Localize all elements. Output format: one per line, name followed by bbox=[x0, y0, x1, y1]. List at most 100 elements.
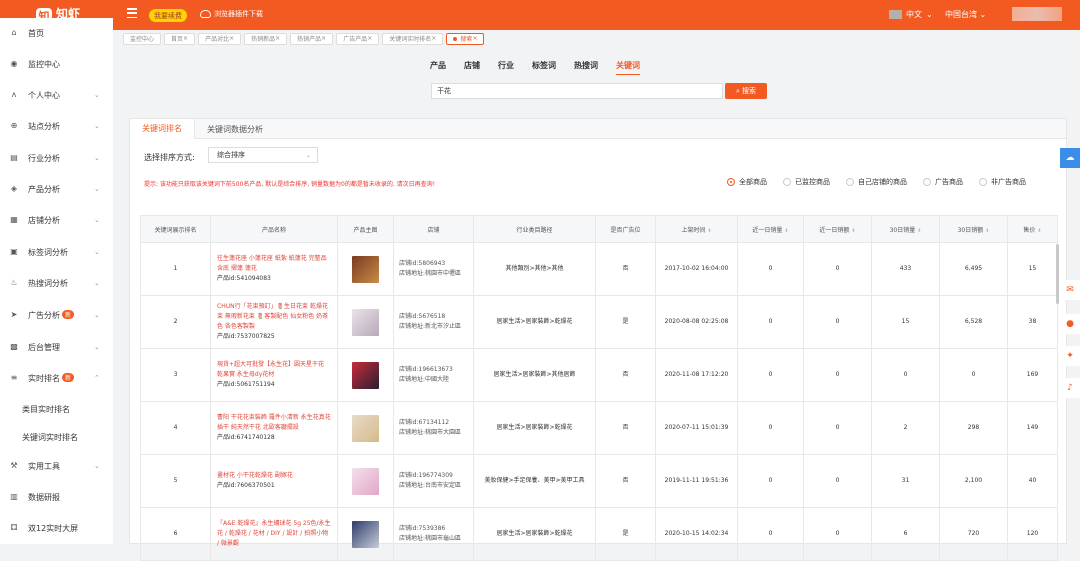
sidebar-item-fire[interactable]: ♨ 热搜词分析 ⌄ bbox=[0, 273, 113, 293]
avatar[interactable] bbox=[1012, 7, 1062, 21]
product-name-link[interactable]: 曹阳 干花花束裝飾 羅件小清新 永生花真花插干 純天然干花 北歐客廳擺設 bbox=[217, 413, 331, 433]
column-header[interactable]: 近一日销额 ⬍ bbox=[803, 215, 872, 243]
product-name-link[interactable]: 往生蓮花座 小蓮花座 紙紮 紙蓮花 完整品含底 摺蓮 蓮花 bbox=[217, 254, 331, 274]
product-name-cell[interactable]: 往生蓮花座 小蓮花座 紙紮 紙蓮花 完整品含底 摺蓮 蓮花 产品id:541094… bbox=[210, 242, 338, 296]
product-name-link[interactable]: 現貨+超大可批發【永生花】圓天星干花 乾果實 永生母dy花材 bbox=[217, 360, 331, 380]
shop-address-label: 店铺地址: bbox=[399, 376, 426, 383]
tab-category[interactable]: 店铺 bbox=[464, 60, 480, 75]
sidebar-item-ad[interactable]: ➤ 广告分析新 ⌄ bbox=[0, 305, 113, 325]
m30-qty-cell: 433 bbox=[871, 242, 940, 296]
gift-icon[interactable]: ✦ bbox=[1060, 346, 1080, 366]
sidebar-item-label: 站点分析 bbox=[28, 121, 60, 131]
product-id: 产品id:7537007825 bbox=[217, 332, 331, 342]
column-header-label: 上架时间 bbox=[681, 226, 706, 234]
language-select[interactable]: 中文 ⌄ bbox=[889, 9, 933, 20]
region-select[interactable]: 中国台湾 ⌄ bbox=[945, 9, 986, 20]
breadcrumb-tab[interactable]: 热销新品 × bbox=[244, 32, 288, 45]
chat-icon[interactable]: ✉ bbox=[1060, 280, 1080, 300]
product-name-cell[interactable]: 現貨+超大可批發【永生花】圓天星干花 乾果實 永生母dy花材 产品id:50617… bbox=[210, 348, 338, 402]
cloud-icon[interactable]: ☁ bbox=[1060, 148, 1080, 168]
sidebar-item-tag[interactable]: ▣ 标签词分析 ⌄ bbox=[0, 242, 113, 262]
close-icon[interactable]: × bbox=[275, 35, 280, 42]
sidebar-item-ranking[interactable]: ≡ 实时排名新 ⌃ bbox=[0, 368, 113, 388]
sidebar-item-product[interactable]: ◈ 产品分析 ⌄ bbox=[0, 179, 113, 199]
sidebar-item-monitor[interactable]: ◉ 监控中心 bbox=[0, 54, 113, 74]
filter-radio[interactable]: 已监控商品 bbox=[783, 177, 830, 187]
breadcrumb-tab[interactable]: 产品对比 × bbox=[198, 32, 242, 45]
close-icon[interactable]: × bbox=[183, 35, 188, 42]
filter-radio[interactable]: 广告商品 bbox=[923, 177, 963, 187]
search-button[interactable]: ⌕ 搜索 bbox=[725, 83, 767, 99]
sidebar-item-admin[interactable]: ▩ 后台管理 ⌄ bbox=[0, 337, 113, 357]
tab-category[interactable]: 标签词 bbox=[532, 60, 556, 75]
product-thumbnail[interactable] bbox=[352, 361, 379, 389]
product-thumbnail[interactable] bbox=[352, 414, 379, 442]
sidebar-subitem[interactable]: 类目实时排名 bbox=[0, 399, 113, 419]
product-thumbnail[interactable] bbox=[352, 467, 379, 495]
sidebar-subitem[interactable]: 关键词实时排名 bbox=[0, 427, 113, 447]
m30-qty-cell: 31 bbox=[871, 454, 940, 508]
breadcrumb-tab[interactable]: 搜索 × bbox=[446, 32, 485, 45]
chevron-down-icon: ⌄ bbox=[94, 122, 100, 130]
product-id-value: 7537007825 bbox=[236, 333, 275, 340]
d1-qty-cell: 0 bbox=[737, 295, 804, 349]
product-thumbnail[interactable] bbox=[352, 308, 379, 336]
shop-id-value: 5806943 bbox=[418, 260, 446, 267]
menu-toggle-icon[interactable] bbox=[127, 8, 137, 18]
product-name-cell[interactable]: CHUN行「花束預訂」🌷生日花束 乾燥花束 無瑕新花束 🌷客製配色 仙女粉色 奶… bbox=[210, 295, 338, 349]
table-scrollbar[interactable] bbox=[1056, 244, 1059, 304]
product-name-cell[interactable]: 『A&E 乾燥花』永生繡球花 5g 25色/永生花 / 乾燥花 / 花材 / D… bbox=[210, 507, 338, 561]
renew-button[interactable]: 我要续费 bbox=[149, 9, 187, 22]
sidebar-item-user[interactable]: ᴧ 个人中心 ⌄ bbox=[0, 85, 113, 105]
close-icon[interactable]: × bbox=[431, 35, 436, 42]
close-icon[interactable]: × bbox=[229, 35, 234, 42]
column-header[interactable]: 上架时间 ⬍ bbox=[655, 215, 738, 243]
bell-icon[interactable]: ♪ bbox=[1060, 378, 1080, 398]
product-name-cell[interactable]: 曹阳 干花花束裝飾 羅件小清新 永生花真花插干 純天然干花 北歐客廳擺設 产品id… bbox=[210, 401, 338, 455]
tab-keyword-ranking[interactable]: 关键词排名 bbox=[130, 119, 195, 139]
filter-radio[interactable]: 自己店铺的商品 bbox=[846, 177, 907, 187]
product-name-link[interactable]: 畫材花 小干花乾燥花 副嫁花 bbox=[217, 471, 331, 481]
product-name-cell[interactable]: 畫材花 小干花乾燥花 副嫁花 产品id:7606370501 bbox=[210, 454, 338, 508]
product-thumbnail[interactable] bbox=[352, 255, 379, 283]
breadcrumb-tab[interactable]: 广告产品 × bbox=[336, 32, 380, 45]
plugin-download-link[interactable]: 浏览器插件下载 bbox=[200, 9, 263, 19]
tab-category[interactable]: 热搜词 bbox=[574, 60, 598, 75]
breadcrumb-tab[interactable]: 关键词实时排名 × bbox=[382, 32, 444, 45]
tab-category[interactable]: 行业 bbox=[498, 60, 514, 75]
sidebar-item-screen[interactable]: ⚃ 双12实时大屏 bbox=[0, 518, 113, 538]
column-header[interactable]: 30日销量 ⬍ bbox=[871, 215, 940, 243]
tag-icon: ▣ bbox=[10, 247, 18, 256]
sidebar-item-home[interactable]: ⌂ 首页 bbox=[0, 23, 113, 43]
price-cell: 149 bbox=[1007, 401, 1058, 455]
product-name-link[interactable]: CHUN行「花束預訂」🌷生日花束 乾燥花束 無瑕新花束 🌷客製配色 仙女粉色 奶… bbox=[217, 302, 331, 332]
breadcrumb-tab[interactable]: 首页 × bbox=[164, 32, 196, 45]
close-icon[interactable]: × bbox=[367, 35, 372, 42]
sidebar-item-shop[interactable]: ▦ 店铺分析 ⌄ bbox=[0, 210, 113, 230]
tab-category[interactable]: 产品 bbox=[430, 60, 446, 75]
close-icon[interactable]: × bbox=[321, 35, 326, 42]
sidebar-item-report[interactable]: ▥ 数据研报 bbox=[0, 487, 113, 507]
tab-keyword-analysis[interactable]: 关键词数据分析 bbox=[195, 119, 275, 139]
column-header: 产品主图 bbox=[337, 215, 394, 243]
shop-id-value: 196613673 bbox=[418, 366, 453, 373]
filter-radio[interactable]: 全部商品 bbox=[727, 177, 767, 187]
tab-category[interactable]: 关键词 bbox=[616, 60, 640, 75]
column-header[interactable]: 售价 ⬍ bbox=[1007, 215, 1058, 243]
breadcrumb-tab[interactable]: 热销产品 × bbox=[290, 32, 334, 45]
sidebar-item-industry[interactable]: ▤ 行业分析 ⌄ bbox=[0, 148, 113, 168]
search-input[interactable] bbox=[431, 83, 723, 99]
breadcrumb-tab[interactable]: 监控中心 bbox=[123, 32, 162, 45]
filter-radio[interactable]: 非广告商品 bbox=[979, 177, 1026, 187]
product-thumbnail[interactable] bbox=[352, 520, 379, 548]
ad-cell: 否 bbox=[595, 242, 656, 296]
column-header[interactable]: 30日销额 ⬍ bbox=[939, 215, 1008, 243]
close-icon[interactable]: × bbox=[472, 35, 477, 42]
product-name-link[interactable]: 『A&E 乾燥花』永生繡球花 5g 25色/永生花 / 乾燥花 / 花材 / D… bbox=[217, 519, 331, 549]
sort-select[interactable]: 综合排序 ⌄ bbox=[208, 147, 318, 163]
qq-icon[interactable]: ● bbox=[1060, 314, 1080, 334]
column-header[interactable]: 近一日销量 ⬍ bbox=[737, 215, 804, 243]
sidebar-item-globe[interactable]: ⊕ 站点分析 ⌄ bbox=[0, 116, 113, 136]
sidebar-item-tools[interactable]: ⚒ 实用工具 ⌄ bbox=[0, 456, 113, 476]
date-cell: 2020-11-08 17:12:20 bbox=[655, 348, 738, 402]
